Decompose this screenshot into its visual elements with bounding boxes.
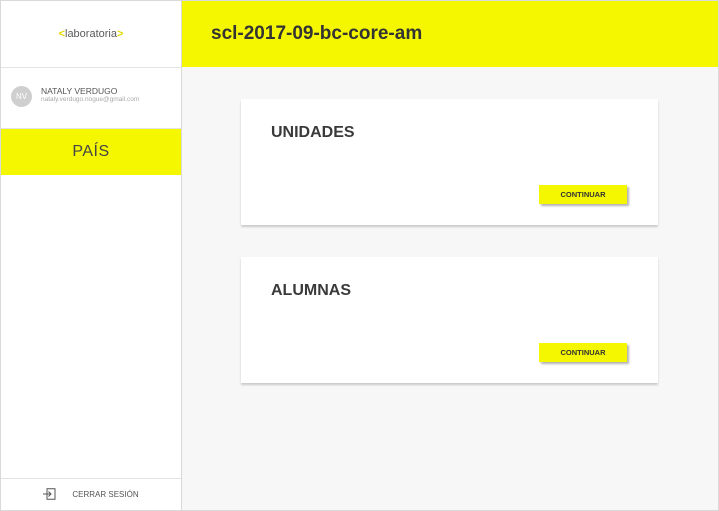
logout-button[interactable]: CERRAR SESIÓN: [1, 478, 181, 510]
continue-button[interactable]: CONTINUAR: [539, 343, 627, 362]
user-profile: NV NATALY VERDUGO nataly.verdugo.nogue@g…: [1, 68, 181, 129]
app-window: < laboratoria > NV NATALY VERDUGO nataly…: [0, 0, 719, 511]
logout-icon: [43, 487, 56, 502]
continue-button[interactable]: CONTINUAR: [539, 185, 627, 204]
card-alumnas: ALUMNAS CONTINUAR: [241, 257, 658, 383]
logo-right-bracket: >: [116, 28, 124, 40]
page-title: scl-2017-09-bc-core-am: [211, 23, 423, 44]
logout-label: CERRAR SESIÓN: [72, 490, 139, 499]
sidebar-item-pais[interactable]: PAÍS: [1, 129, 181, 175]
logo[interactable]: < laboratoria >: [1, 1, 181, 68]
card-title: UNIDADES: [271, 124, 355, 141]
logo-text: laboratoria: [65, 28, 117, 40]
card-unidades: UNIDADES CONTINUAR: [241, 99, 658, 225]
user-name: NATALY VERDUGO: [41, 86, 118, 96]
user-info: NATALY VERDUGO nataly.verdugo.nogue@gmai…: [41, 86, 139, 104]
user-email: nataly.verdugo.nogue@gmail.com: [41, 96, 140, 104]
sidebar: < laboratoria > NV NATALY VERDUGO nataly…: [1, 1, 182, 510]
avatar: NV: [11, 86, 32, 107]
header: scl-2017-09-bc-core-am: [182, 1, 718, 67]
card-title: ALUMNAS: [271, 282, 351, 299]
sidebar-item-label: PAÍS: [72, 143, 110, 160]
